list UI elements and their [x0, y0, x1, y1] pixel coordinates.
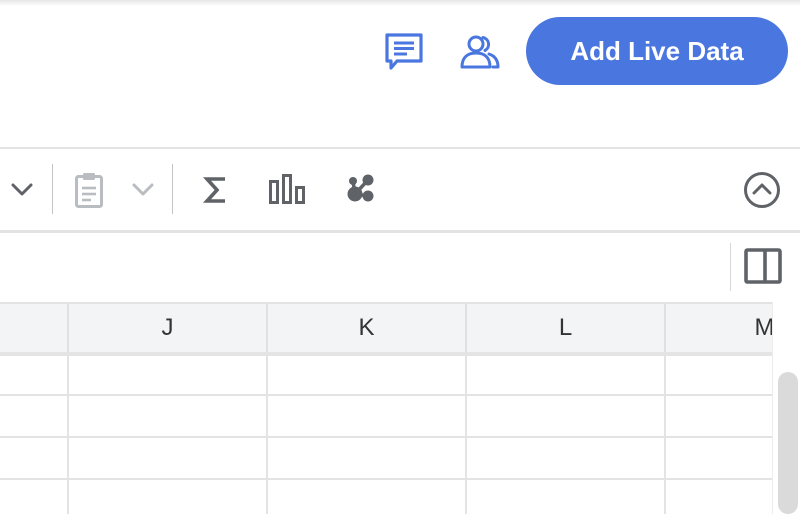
- paste-button[interactable]: [74, 171, 104, 209]
- grid-cell[interactable]: [467, 354, 664, 394]
- paste-options-dropdown[interactable]: [129, 178, 157, 202]
- sum-button[interactable]: [202, 176, 229, 204]
- comments-button[interactable]: [384, 32, 424, 72]
- chevron-down-icon: [132, 183, 154, 196]
- grid-cell[interactable]: [666, 396, 772, 436]
- grid-cell[interactable]: [0, 438, 67, 478]
- grid-cell[interactable]: [69, 354, 266, 394]
- collaborators-button[interactable]: [458, 32, 502, 72]
- sigma-icon: [202, 177, 225, 203]
- grid-cell[interactable]: [69, 480, 266, 514]
- add-live-data-button[interactable]: Add Live Data: [526, 17, 788, 85]
- collapse-toolbar-button[interactable]: [743, 171, 781, 209]
- grid-cell[interactable]: [268, 480, 465, 514]
- grid-cell[interactable]: [467, 438, 664, 478]
- share-nodes-icon: [347, 174, 374, 202]
- grid-cell[interactable]: [666, 354, 772, 394]
- cell-grid: [0, 354, 772, 514]
- column-header-row: J K L M: [0, 302, 772, 356]
- bar-chart-icon: [269, 174, 305, 204]
- collapse-up-icon: [744, 172, 780, 208]
- grid-cell[interactable]: [467, 480, 664, 514]
- grid-cell[interactable]: [666, 438, 772, 478]
- people-icon: [460, 35, 500, 69]
- data-connections-button[interactable]: [344, 172, 376, 206]
- toolbar-top-border: [0, 147, 800, 149]
- grid-cell[interactable]: [0, 396, 67, 436]
- grid-cell[interactable]: [0, 480, 67, 514]
- column-header-l[interactable]: L: [465, 304, 664, 352]
- clipboard-icon: [75, 173, 103, 208]
- grid-cell[interactable]: [268, 396, 465, 436]
- side-panel-icon: [744, 248, 782, 284]
- column-header-k[interactable]: K: [266, 304, 465, 352]
- grid-cell[interactable]: [467, 396, 664, 436]
- grid-cell[interactable]: [268, 354, 465, 394]
- chart-button[interactable]: [268, 173, 306, 205]
- side-panel-button[interactable]: [744, 248, 782, 284]
- spreadsheet-window: Add Live Data J K L: [0, 0, 800, 514]
- grid-cell[interactable]: [69, 438, 266, 478]
- toolbar-dropdown-button[interactable]: [8, 178, 36, 202]
- grid-cell[interactable]: [666, 480, 772, 514]
- grid-cell[interactable]: [69, 396, 266, 436]
- grid-cell[interactable]: [268, 438, 465, 478]
- top-shadow: [0, 0, 800, 6]
- grid-cell[interactable]: [0, 354, 67, 394]
- toolbar-separator: [52, 164, 53, 214]
- formula-bar-separator: [730, 243, 731, 291]
- column-header-m[interactable]: M: [664, 304, 772, 352]
- chevron-down-icon: [11, 183, 33, 196]
- toolbar-bottom-border: [0, 230, 800, 233]
- toolbar-separator: [172, 164, 173, 214]
- comment-icon: [385, 33, 423, 70]
- scrollbar-thumb[interactable]: [778, 372, 798, 514]
- column-header-j[interactable]: J: [67, 304, 266, 352]
